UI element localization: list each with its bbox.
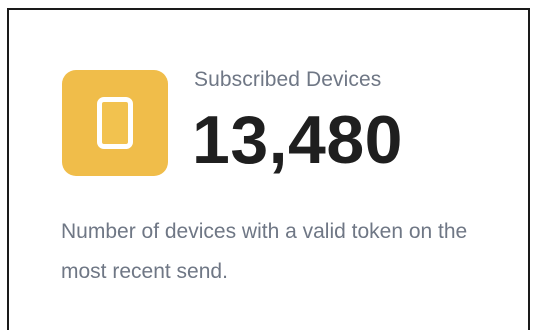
subscribed-devices-card: Subscribed Devices 13,480 Number of devi… bbox=[7, 8, 530, 330]
metric-description: Number of devices with a valid token on … bbox=[61, 220, 468, 283]
phone-icon bbox=[97, 97, 133, 149]
icon-tile bbox=[62, 70, 168, 176]
metric-label: Subscribed Devices bbox=[194, 68, 382, 91]
metric-value: 13,480 bbox=[192, 102, 403, 178]
